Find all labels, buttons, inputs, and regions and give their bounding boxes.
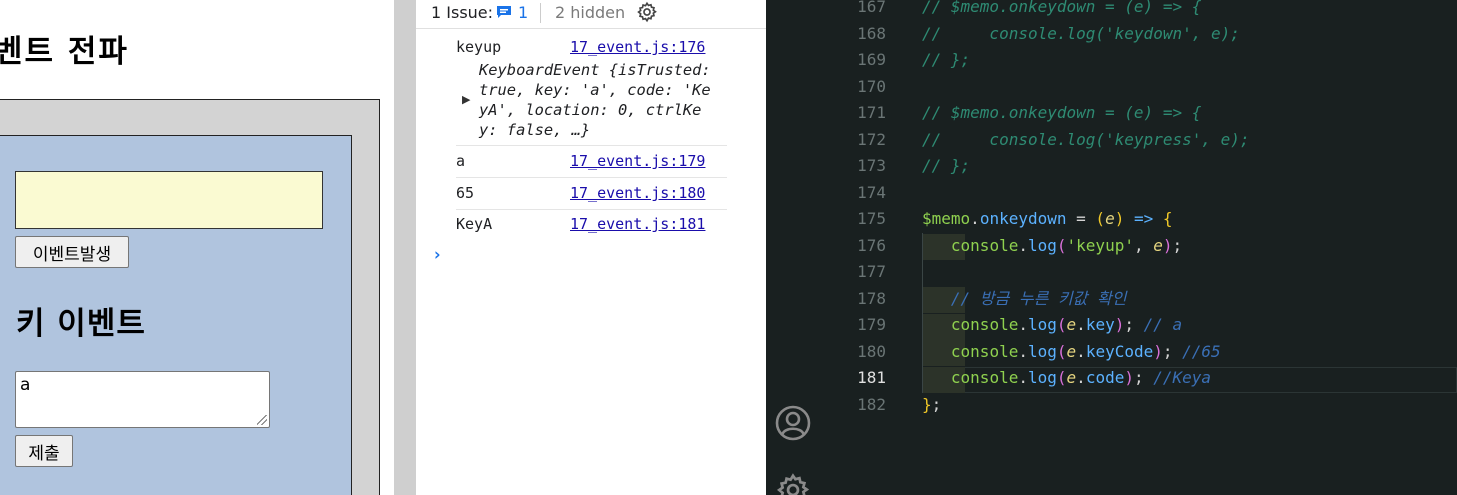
line-number[interactable]: 170 [820,74,886,101]
object-preview-line: KeyboardEvent {isTrusted: [479,61,711,79]
line-number[interactable]: 168 [820,21,886,48]
hidden-count: 2 hidden [555,3,626,22]
console-prompt[interactable]: › [432,245,442,265]
gear-icon[interactable] [636,1,658,23]
line-number[interactable]: 169 [820,47,886,74]
console-source-link[interactable]: 17_event.js:181 [570,215,705,233]
line-number[interactable]: 173 [820,153,886,180]
code-comment: // a [1143,315,1183,334]
event-trigger-button[interactable]: 이벤트발생 [15,236,129,268]
token-property: key [1085,315,1115,334]
issues-label[interactable]: 1 Issue: [431,3,493,22]
code-line[interactable]: console.log(e.keyCode); //65 [922,339,1221,366]
code-comment: // 방금 누른 키값 확인 [950,288,1127,308]
line-number[interactable]: 178 [820,286,886,313]
object-preview-line: y: false, …} [479,121,591,139]
token-param: e [1153,235,1163,255]
event-text-input[interactable] [15,171,323,229]
token-property: code [1085,368,1125,387]
heading-event-propagation: 벤트 전파 [0,34,129,70]
code-line[interactable]: // $memo.onkeydown = (e) => { [922,100,1201,127]
code-comment: //65 [1182,341,1221,361]
panel-splitter[interactable] [394,0,416,495]
token-console: console [950,368,1019,387]
submit-button[interactable]: 제출 [15,435,73,467]
console-message-text: a [456,152,466,170]
object-preview-line: true, key: 'a', code: 'Ke [479,81,711,99]
expand-triangle-icon[interactable]: ▶ [462,93,470,106]
memo-textarea[interactable]: a [15,371,270,428]
toolbar-divider [540,3,541,23]
console-message-text: KeyA [456,215,493,233]
line-number[interactable]: 180 [820,339,886,366]
token-property: onkeydown [979,209,1067,228]
code-line[interactable]: // 방금 누른 키값 확인 [922,286,1127,313]
memo-value: a [20,375,31,395]
token-method: log [1027,341,1057,361]
code-line[interactable]: console.log(e.key); // a [922,312,1182,339]
token-method: log [1027,368,1057,387]
code-comment: //Keya [1153,368,1212,387]
console-source-link[interactable]: 17_event.js:180 [570,184,705,202]
heading-key-event: 키 이벤트 [16,306,146,342]
token-console: console [950,235,1019,255]
console-divider [456,177,727,178]
devtools-console: 1 Issue: 1 2 hidden keyup 17_event.js:17… [416,0,766,495]
line-number[interactable]: 167 [820,0,886,21]
code-line[interactable]: // }; [922,153,970,180]
token-identifier: $memo [922,209,971,228]
token-property: keyCode [1085,341,1154,361]
console-divider [456,145,727,146]
browser-page: 벤트 전파 이벤트발생 키 이벤트 a 제출 [0,0,394,495]
line-number[interactable]: 175 [820,206,886,233]
console-message-text: 65 [456,184,475,202]
console-divider [456,209,727,210]
token-param: e [1066,341,1077,361]
token-method: log [1027,235,1057,255]
object-preview-line: yA', location: 0, ctrlKe [479,101,702,119]
code-line[interactable]: // console.log('keydown', e); [922,21,1240,48]
code-line[interactable]: console.log('keyup', e); [922,233,1182,260]
token-param: e [1066,368,1077,387]
code-line[interactable]: // $memo.onkeydown = (e) => { [922,0,1201,21]
issues-count[interactable]: 1 [518,3,528,22]
line-number[interactable]: 174 [820,180,886,207]
token-param: e [1066,315,1077,334]
code-line[interactable]: }; [922,392,941,419]
token-string: 'keyup' [1066,235,1134,255]
activity-bar [766,0,820,495]
console-message-text: keyup [456,38,502,56]
settings-gear-icon[interactable] [775,472,811,495]
message-icon[interactable] [496,5,512,19]
line-number[interactable]: 177 [820,259,886,286]
code-line[interactable]: $memo.onkeydown = (e) => { [922,206,1173,233]
line-number[interactable]: 182 [820,392,886,419]
token-param: e [1105,209,1115,228]
resize-grip-icon[interactable] [257,415,267,425]
token-method: log [1027,315,1057,334]
account-icon[interactable] [775,405,811,441]
console-source-link[interactable]: 17_event.js:176 [570,38,705,56]
line-number[interactable]: 176 [820,233,886,260]
line-number[interactable]: 172 [820,127,886,154]
line-number-active[interactable]: 181 [820,365,886,392]
code-line[interactable]: // console.log('keypress', e); [922,127,1250,154]
keyboard-event-object[interactable]: KeyboardEvent {isTrusted: true, key: 'a'… [479,60,744,140]
token-console: console [950,315,1019,334]
line-number[interactable]: 171 [820,100,886,127]
code-editor: 167 168 169 170 171 172 173 174 175 176 … [766,0,1457,495]
code-line-active[interactable]: console.log(e.code); //Keya [922,365,1211,392]
console-toolbar: 1 Issue: 1 2 hidden [416,0,766,29]
line-number[interactable]: 179 [820,312,886,339]
token-console: console [950,341,1019,361]
console-source-link[interactable]: 17_event.js:179 [570,152,705,170]
code-line[interactable]: // }; [922,47,970,74]
